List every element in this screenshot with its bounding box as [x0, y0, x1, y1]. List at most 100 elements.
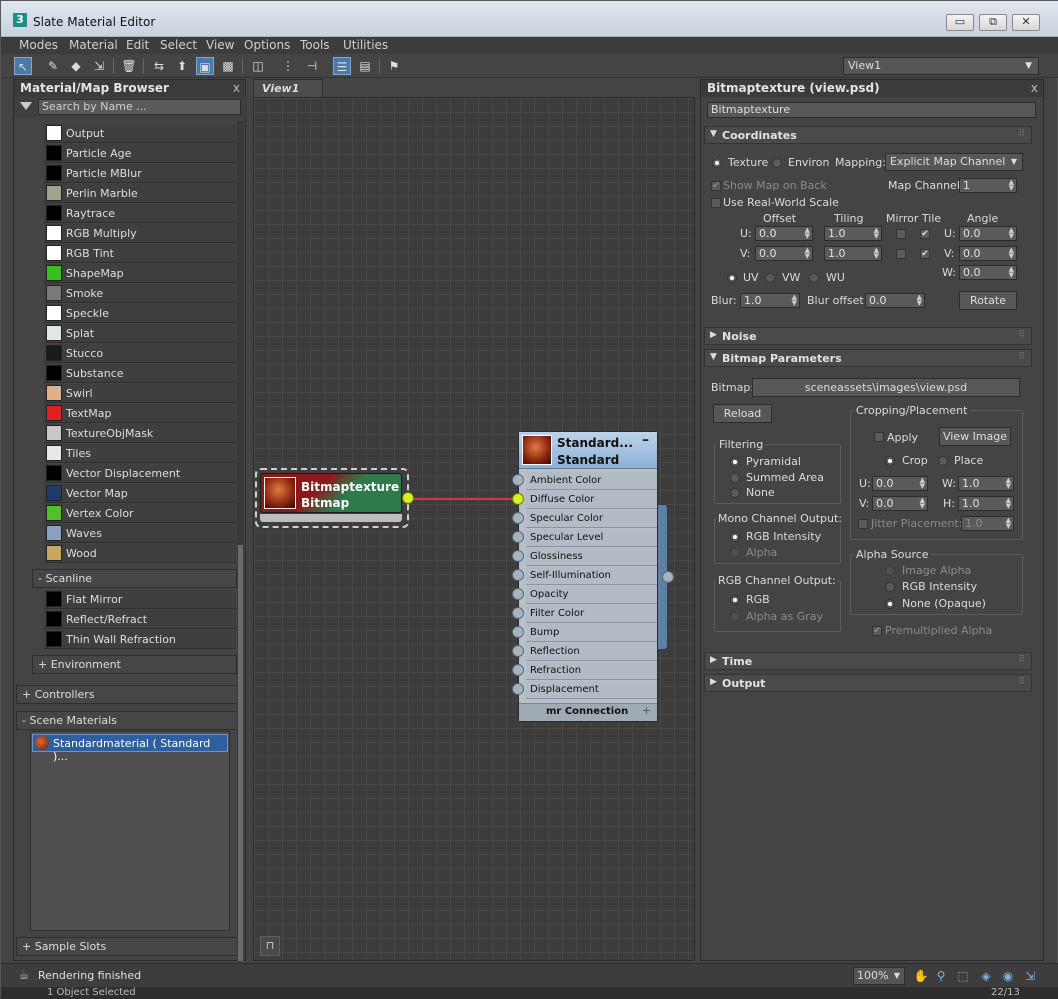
bitmap-node[interactable]: Bitmaptexture Bitmap: [255, 468, 409, 528]
group-scanline[interactable]: - Scanline: [32, 569, 237, 588]
input-socket[interactable]: [512, 607, 524, 619]
group-environment[interactable]: + Environment: [32, 655, 237, 674]
slot-opacity[interactable]: Opacity: [526, 586, 657, 604]
list-item[interactable]: Substance: [44, 364, 236, 383]
v-offset-spinner[interactable]: 0.0 ▲ ▼: [755, 246, 813, 261]
rollout-noise[interactable]: ▶ Noise ⠿: [704, 327, 1032, 345]
v-tile-checkbox[interactable]: ✔: [920, 249, 930, 259]
show-map-on-back-checkbox[interactable]: ✔: [711, 181, 721, 191]
list-item[interactable]: Vector Displacement: [44, 464, 236, 483]
menu-options[interactable]: Options: [244, 38, 290, 52]
rgb-radio[interactable]: [730, 595, 740, 605]
menu-select[interactable]: Select: [160, 38, 197, 52]
parameter-editor-icon[interactable]: ▤: [356, 57, 374, 75]
slot-bump[interactable]: Bump: [526, 624, 657, 642]
connection-wire[interactable]: [411, 498, 518, 500]
rollout-coordinates[interactable]: ▼ Coordinates ⠿: [704, 126, 1032, 144]
menu-utilities[interactable]: Utilities: [343, 38, 388, 52]
list-item[interactable]: RGB Multiply: [44, 224, 236, 243]
list-item[interactable]: Waves: [44, 524, 236, 543]
pan-to-selected-icon[interactable]: ⇲: [1022, 968, 1038, 984]
input-socket[interactable]: [512, 588, 524, 600]
delete-icon[interactable]: 🗑: [120, 57, 138, 75]
mono-alpha-radio[interactable]: [730, 548, 740, 558]
input-socket[interactable]: [512, 569, 524, 581]
list-item[interactable]: Flat Mirror: [44, 590, 236, 609]
scene-material-item[interactable]: Standardmaterial ( Standard )...: [32, 734, 228, 763]
browser-close-icon[interactable]: x: [233, 80, 240, 97]
rollout-output[interactable]: ▶ Output ⠿: [704, 674, 1032, 692]
material-output-socket[interactable]: [662, 571, 674, 583]
list-item[interactable]: Reflect/Refract: [44, 610, 236, 629]
crop-w-spinner[interactable]: 1.0 ▲ ▼: [958, 476, 1014, 491]
rollout-time[interactable]: ▶ Time ⠿: [704, 652, 1032, 670]
menu-material[interactable]: Material: [69, 38, 118, 52]
list-item[interactable]: Vector Map: [44, 484, 236, 503]
hide-slots-icon[interactable]: ⊣: [303, 57, 321, 75]
layout-icon[interactable]: ◫: [249, 57, 267, 75]
list-item[interactable]: Stucco: [44, 344, 236, 363]
uv-radio[interactable]: [727, 273, 737, 283]
list-item[interactable]: Speckle: [44, 304, 236, 323]
scrollbar-thumb[interactable]: [238, 545, 243, 961]
crop-v-spinner[interactable]: 0.0 ▲ ▼: [872, 496, 928, 511]
list-item[interactable]: Splat: [44, 324, 236, 343]
select-by-material-icon[interactable]: ⚑: [385, 57, 403, 75]
list-item[interactable]: Particle MBlur: [44, 164, 236, 183]
rollout-bitmap-parameters[interactable]: ▼ Bitmap Parameters ⠿: [704, 349, 1032, 367]
rotate-button[interactable]: Rotate: [959, 291, 1017, 310]
list-item[interactable]: TextMap: [44, 404, 236, 423]
none-opaque-radio[interactable]: [885, 599, 895, 609]
input-socket[interactable]: [512, 493, 524, 505]
apply-checkbox[interactable]: [874, 432, 884, 442]
zoom-icon[interactable]: ⚲: [933, 968, 949, 984]
input-socket[interactable]: [512, 626, 524, 638]
pan-icon[interactable]: ✋: [913, 968, 929, 984]
zoom-region-icon[interactable]: ⬚: [955, 968, 971, 984]
section-sample-slots[interactable]: + Sample Slots: [16, 937, 243, 956]
tab-view1[interactable]: View1: [253, 79, 323, 97]
browser-options-icon[interactable]: [20, 102, 32, 110]
list-item[interactable]: Raytrace: [44, 204, 236, 223]
background-icon[interactable]: ▩: [219, 57, 237, 75]
list-item[interactable]: ShapeMap: [44, 264, 236, 283]
blur-offset-spinner[interactable]: 0.0 ▲ ▼: [865, 293, 925, 308]
show-material-icon[interactable]: ⬆: [173, 57, 191, 75]
map-channel-spinner[interactable]: 1 ▲ ▼: [959, 178, 1017, 193]
crop-u-spinner[interactable]: 0.0 ▲ ▼: [872, 476, 928, 491]
use-real-world-scale-checkbox[interactable]: [711, 198, 721, 208]
collapse-node-button[interactable]: –: [642, 432, 649, 448]
menu-view[interactable]: View: [206, 38, 234, 52]
u-mirror-checkbox[interactable]: [896, 229, 906, 239]
place-radio[interactable]: [938, 456, 948, 466]
alpha-rgb-intensity-radio[interactable]: [885, 582, 895, 592]
expand-icon[interactable]: +: [642, 704, 651, 717]
input-socket[interactable]: [512, 683, 524, 695]
list-item[interactable]: Particle Age: [44, 144, 236, 163]
v-tiling-spinner[interactable]: 1.0 ▲ ▼: [824, 246, 882, 261]
list-item[interactable]: Tiles: [44, 444, 236, 463]
texture-radio[interactable]: [712, 158, 722, 168]
params-close-icon[interactable]: x: [1031, 80, 1038, 97]
slot-displacement[interactable]: Displacement: [526, 681, 657, 699]
close-button[interactable]: ✕: [1012, 14, 1040, 31]
list-item[interactable]: Wood: [44, 544, 236, 563]
browser-scrollbar[interactable]: [237, 121, 244, 961]
slot-filter-color[interactable]: Filter Color: [526, 605, 657, 623]
minimize-button[interactable]: ▭: [946, 14, 974, 31]
map-name-input[interactable]: Bitmaptexture: [707, 102, 1036, 118]
slot-glossiness[interactable]: Glossiness: [526, 548, 657, 566]
layout-children-icon[interactable]: ⋮: [279, 57, 297, 75]
premultiplied-alpha-checkbox[interactable]: ✔: [872, 626, 882, 636]
standard-material-node[interactable]: Standard... Standard – Ambient Color Diff…: [518, 431, 658, 722]
bitmap-path-button[interactable]: sceneassets\images\view.psd: [752, 378, 1020, 397]
assign-material-icon[interactable]: ⇲: [90, 57, 108, 75]
list-item[interactable]: Smoke: [44, 284, 236, 303]
input-socket[interactable]: [512, 645, 524, 657]
slot-diffuse-color[interactable]: Diffuse Color: [526, 491, 657, 509]
input-socket[interactable]: [512, 531, 524, 543]
view-selector-dropdown[interactable]: View1 ▼: [843, 57, 1039, 75]
search-input[interactable]: Search by Name ...: [38, 99, 241, 115]
input-socket[interactable]: [512, 550, 524, 562]
list-item[interactable]: RGB Tint: [44, 244, 236, 263]
